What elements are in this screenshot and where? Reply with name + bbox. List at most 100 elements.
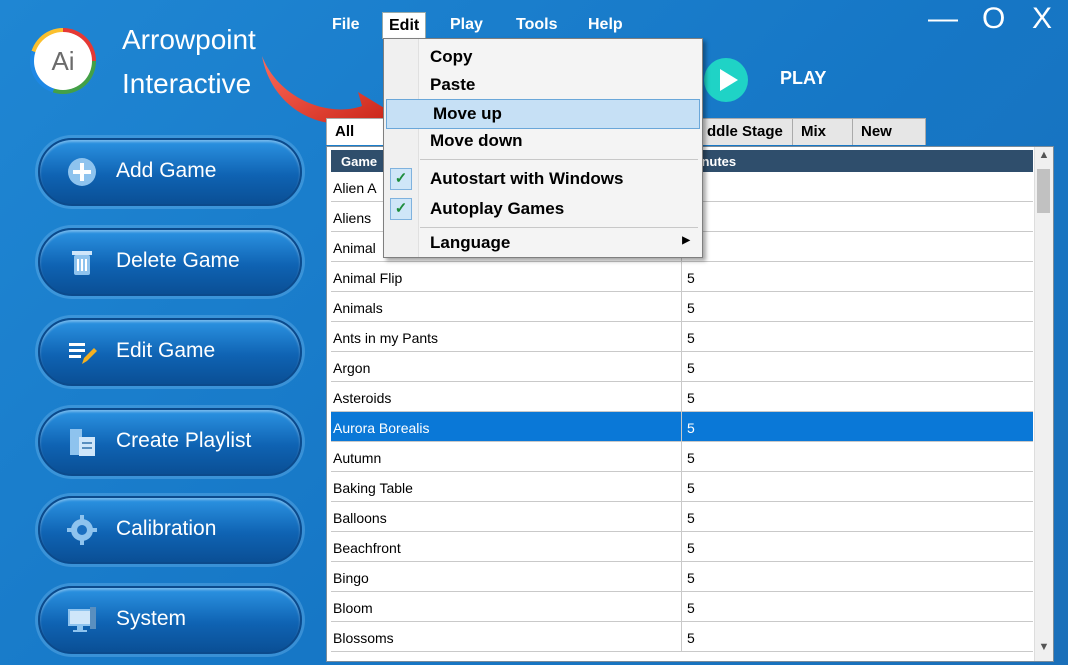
close-button[interactable]: X <box>1032 2 1052 36</box>
menu-item-autostart[interactable]: ✓ Autostart with Windows <box>384 165 702 193</box>
monitor-icon <box>68 607 96 632</box>
menu-edit[interactable]: Edit <box>382 12 427 39</box>
app-logo: Ai <box>30 28 96 94</box>
minutes-cell: 5 <box>687 420 695 436</box>
scroll-thumb[interactable] <box>1037 169 1050 213</box>
table-row[interactable]: Baking Table 5 <box>331 472 1033 502</box>
game-name-cell: Blossoms <box>333 630 394 646</box>
delete-game-label: Delete Game <box>116 249 240 272</box>
edit-list-icon <box>69 343 97 364</box>
minutes-cell: 5 <box>687 540 695 556</box>
scroll-up-icon[interactable]: ▲ <box>1035 149 1053 167</box>
game-name-cell: Baking Table <box>333 480 413 496</box>
create-playlist-button[interactable]: Create Playlist <box>38 408 302 476</box>
table-row[interactable]: Animal Flip 5 <box>331 262 1033 292</box>
vertical-scrollbar[interactable]: ▲ ▼ <box>1034 147 1053 661</box>
table-row[interactable]: Beachfront 5 <box>331 532 1033 562</box>
menu-tools[interactable]: Tools <box>510 12 563 38</box>
menu-item-copy[interactable]: Copy <box>384 43 702 71</box>
table-row[interactable]: Asteroids 5 <box>331 382 1033 412</box>
column-header-game[interactable]: Game <box>341 154 377 169</box>
edit-game-button[interactable]: Edit Game <box>38 318 302 386</box>
play-icon <box>720 69 738 91</box>
playlist-icon <box>70 429 95 456</box>
add-game-label: Add Game <box>116 159 217 182</box>
menu-item-move-down[interactable]: Move down <box>384 127 702 155</box>
system-button[interactable]: System <box>38 586 302 654</box>
minutes-cell: 5 <box>687 480 695 496</box>
add-game-button[interactable]: Add Game <box>38 138 302 206</box>
table-row[interactable]: Autumn 5 <box>331 442 1033 472</box>
play-button[interactable] <box>704 58 748 102</box>
game-name-cell: Argon <box>333 360 371 376</box>
calibration-button[interactable]: Calibration <box>38 496 302 564</box>
copy-label: Copy <box>430 47 473 66</box>
menu-item-paste[interactable]: Paste <box>384 71 702 99</box>
menu-file[interactable]: File <box>326 12 366 38</box>
logo-text: Ai <box>34 32 92 90</box>
column-divider <box>681 352 682 381</box>
column-divider <box>681 442 682 471</box>
menu-separator <box>420 227 698 228</box>
table-row[interactable]: Bloom 5 <box>331 592 1033 622</box>
move-up-label: Move up <box>433 104 502 123</box>
column-divider <box>681 502 682 531</box>
table-row[interactable]: Balloons 5 <box>331 502 1033 532</box>
plus-circle-icon <box>68 158 96 186</box>
table-row[interactable]: Blossoms 5 <box>331 622 1033 652</box>
table-row[interactable]: Animals 5 <box>331 292 1033 322</box>
check-icon: ✓ <box>390 168 412 190</box>
menu-help[interactable]: Help <box>582 12 629 38</box>
check-icon: ✓ <box>390 198 412 220</box>
brand-name-line1: Arrowpoint <box>122 24 256 55</box>
column-divider <box>681 472 682 501</box>
game-name-cell: Autumn <box>333 450 382 466</box>
game-name-cell: Beachfront <box>333 540 401 556</box>
play-label[interactable]: PLAY <box>780 68 826 89</box>
table-row[interactable]: Aurora Borealis 5 <box>331 412 1033 442</box>
minutes-cell: 5 <box>687 630 695 646</box>
maximize-button[interactable]: O <box>982 2 1005 36</box>
minutes-cell: 5 <box>687 270 695 286</box>
autostart-label: Autostart with Windows <box>430 169 624 188</box>
tab-middle-stage[interactable]: ddle Stage <box>698 118 806 145</box>
minutes-cell: 5 <box>687 570 695 586</box>
minutes-cell: 5 <box>687 390 695 406</box>
column-divider <box>681 622 682 651</box>
column-divider <box>681 562 682 591</box>
tab-new[interactable]: New <box>852 118 926 145</box>
menu-item-autoplay[interactable]: ✓ Autoplay Games <box>384 195 702 223</box>
edit-game-label: Edit Game <box>116 339 216 362</box>
column-divider <box>681 292 682 321</box>
calibration-label: Calibration <box>116 517 217 540</box>
system-label: System <box>116 607 187 630</box>
menu-item-language[interactable]: Language ▶ <box>384 229 702 257</box>
create-playlist-label: Create Playlist <box>116 429 252 452</box>
table-row[interactable]: Ants in my Pants 5 <box>331 322 1033 352</box>
game-name-cell: Balloons <box>333 510 387 526</box>
game-name-cell: Animal Flip <box>333 270 403 286</box>
menu-item-move-up[interactable]: Move up <box>386 99 700 129</box>
game-name-cell: Bloom <box>333 600 373 616</box>
table-row[interactable]: Argon 5 <box>331 352 1033 382</box>
table-row[interactable]: Bingo 5 <box>331 562 1033 592</box>
column-divider <box>681 412 682 441</box>
game-name-cell: Asteroids <box>333 390 392 406</box>
minimize-button[interactable]: — <box>928 2 958 36</box>
menu-play[interactable]: Play <box>444 12 489 38</box>
minutes-cell: 5 <box>687 360 695 376</box>
game-name-cell: Ants in my Pants <box>333 330 439 346</box>
minutes-cell: 5 <box>687 600 695 616</box>
game-name-cell: Aurora Borealis <box>333 420 430 436</box>
delete-game-button[interactable]: Delete Game <box>38 228 302 296</box>
brand-name-line2: Interactive <box>122 68 252 99</box>
game-name-cell: Animals <box>333 300 383 316</box>
submenu-arrow-icon: ▶ <box>682 235 690 246</box>
column-divider <box>681 382 682 411</box>
column-divider <box>681 322 682 351</box>
edit-menu-dropdown: Copy Paste Move up Move down ✓ Autostart… <box>383 38 703 258</box>
column-divider <box>681 532 682 561</box>
menu-separator <box>420 159 698 160</box>
scroll-down-icon[interactable]: ▼ <box>1035 641 1053 659</box>
trash-icon <box>72 251 92 275</box>
